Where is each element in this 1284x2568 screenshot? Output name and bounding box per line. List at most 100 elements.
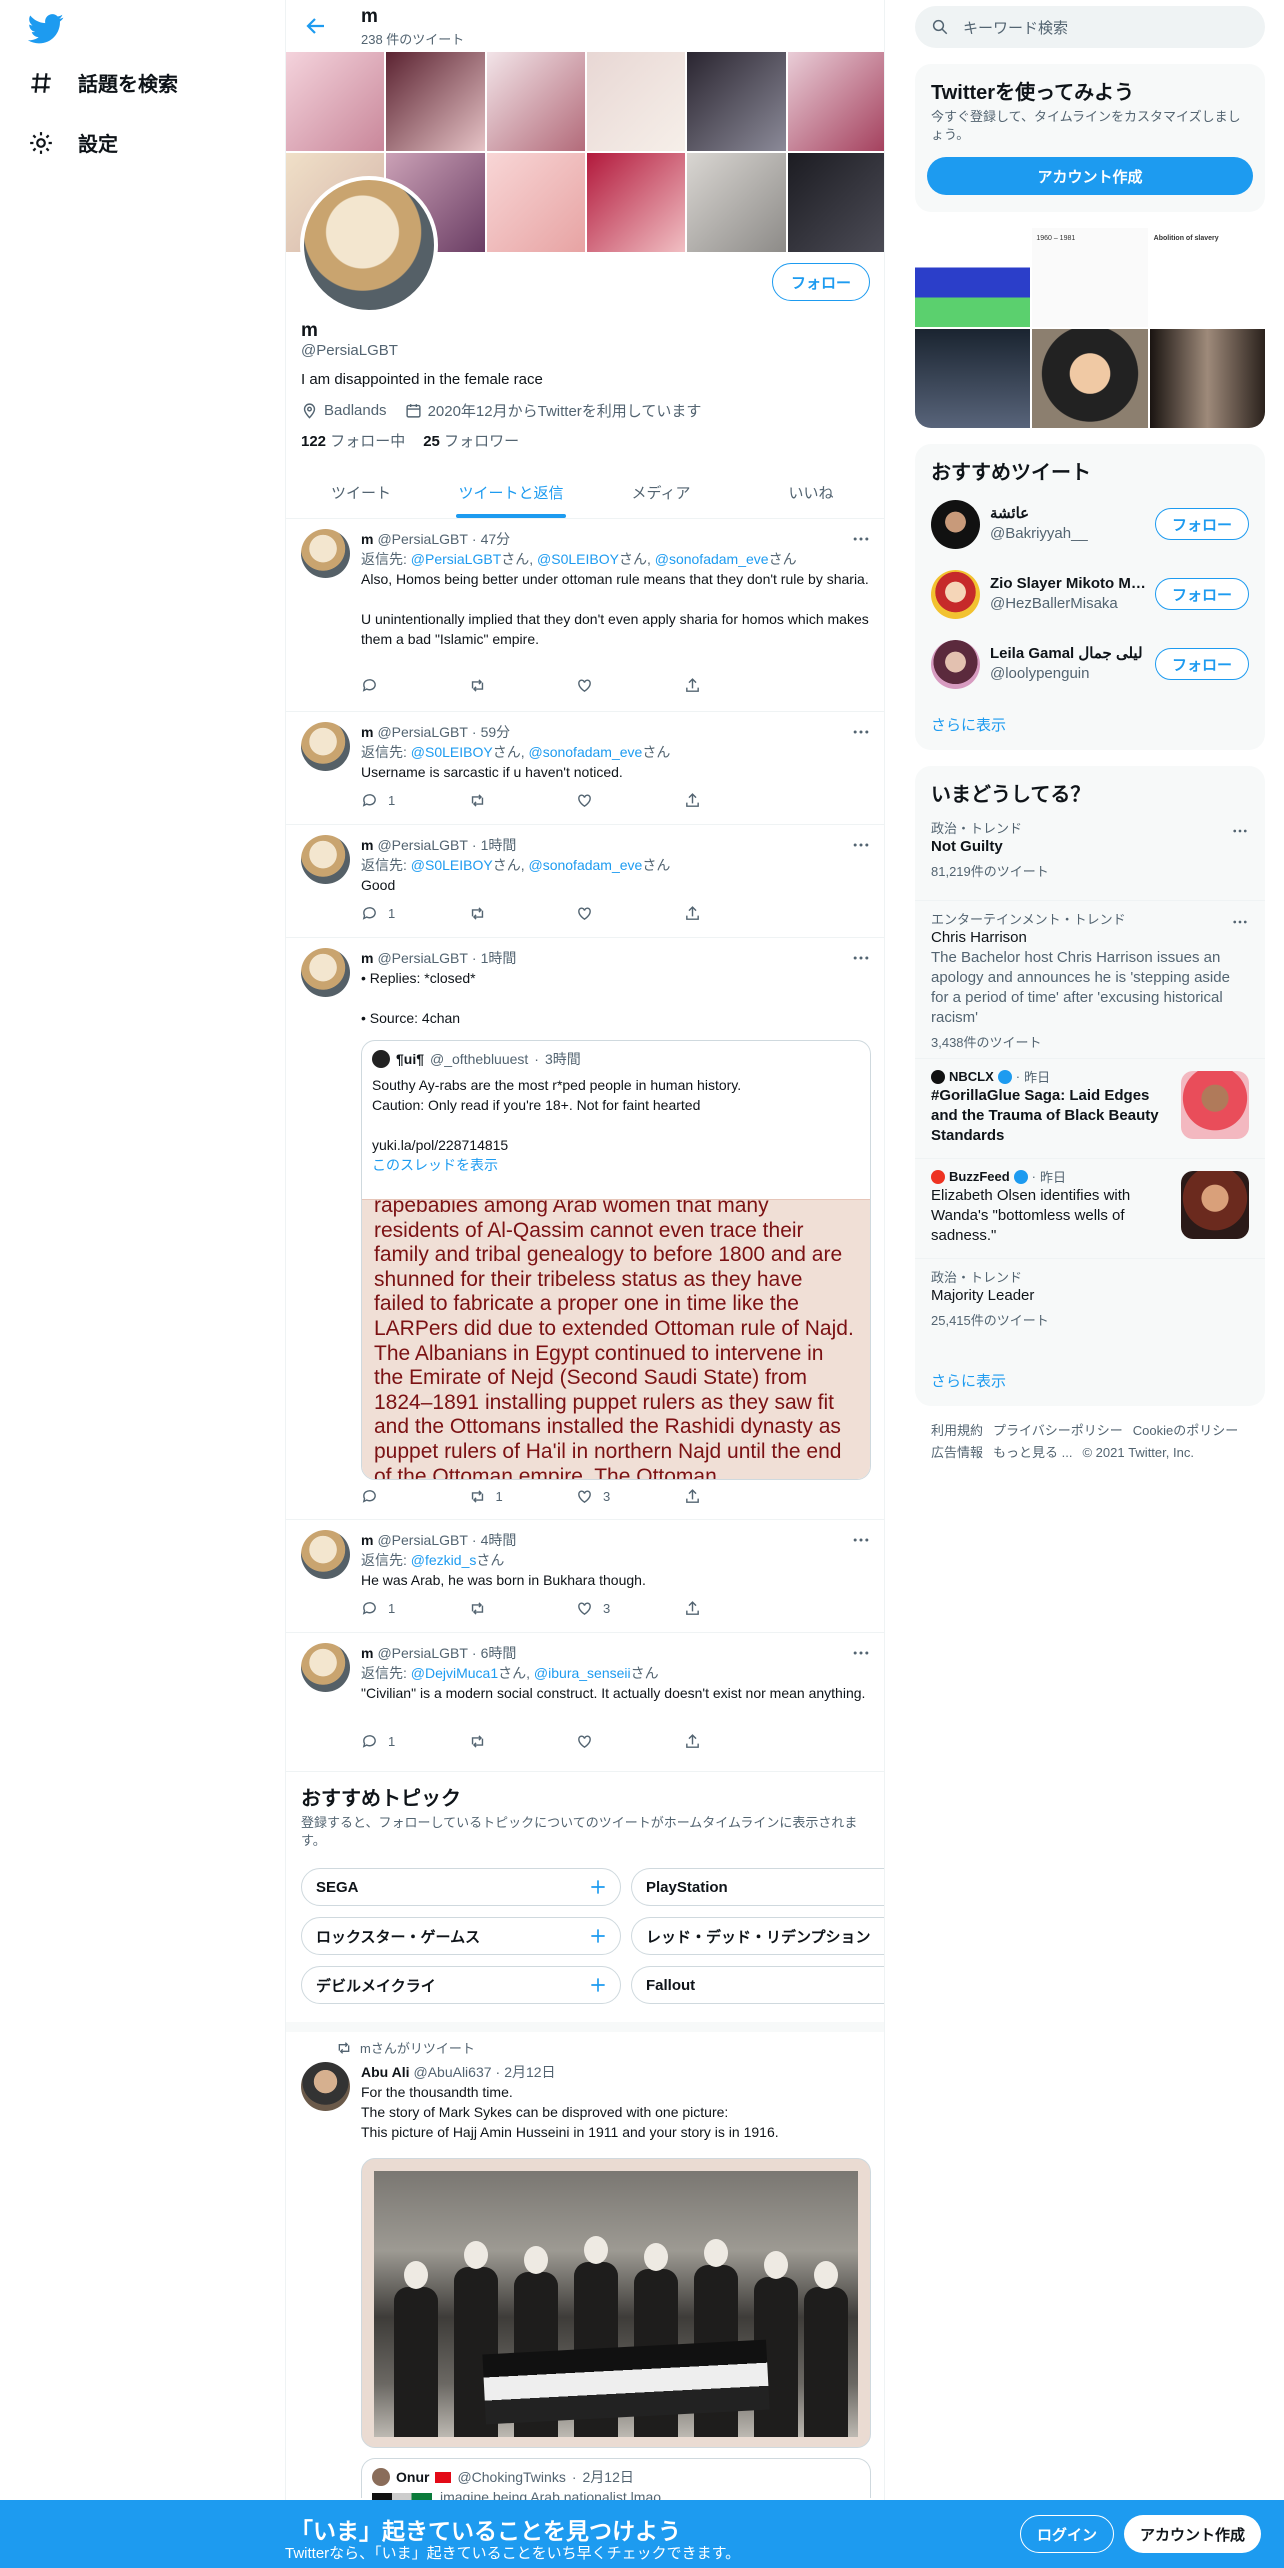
tweet-author-handle[interactable]: @PersiaLGBT [377, 1530, 467, 1550]
topic-chip[interactable]: PlayStation [631, 1868, 884, 1906]
more-options-icon[interactable] [851, 1643, 871, 1663]
reply-mention[interactable]: @sonofadam_eve [528, 744, 642, 760]
tweet-author-handle[interactable]: @PersiaLGBT [377, 948, 467, 968]
tab-tweets[interactable]: ツイート [286, 466, 436, 518]
create-account-button[interactable]: アカウント作成 [927, 157, 1253, 195]
reply-button[interactable]: 1 [361, 905, 469, 922]
tweet-time[interactable]: 47分 [481, 529, 511, 549]
like-button[interactable]: 3 [576, 1600, 684, 1617]
tweet-time[interactable]: 1時間 [481, 948, 517, 968]
share-button[interactable] [684, 905, 792, 922]
footer-link[interactable]: Cookieのポリシー [1133, 1423, 1238, 1438]
more-options-icon[interactable] [1231, 822, 1249, 840]
tweet-author-name[interactable]: m [361, 529, 373, 549]
avatar[interactable] [301, 722, 350, 771]
media-thumbnail[interactable]: Abolition of slavery [1149, 228, 1265, 327]
tweet-time[interactable]: 2月12日 [504, 2062, 555, 2082]
reply-mention[interactable]: @S0LEIBOY [411, 857, 493, 873]
media-thumbnail[interactable] [915, 329, 1031, 428]
trend-item[interactable]: 政治・トレンド Not Guilty 81,219件のツイート [915, 818, 1265, 900]
follow-button[interactable]: フォロー [1154, 648, 1249, 680]
plus-icon[interactable] [588, 1877, 608, 1897]
tweet-author-name[interactable]: m [361, 948, 373, 968]
follow-button[interactable]: フォロー [771, 263, 870, 301]
more-options-icon[interactable] [851, 722, 871, 742]
footer-link[interactable]: 広告情報 [931, 1445, 983, 1460]
like-button[interactable]: 3 [576, 1488, 684, 1505]
retweet-button[interactable] [469, 792, 577, 809]
plus-icon[interactable] [588, 1975, 608, 1995]
reply-button[interactable]: 1 [361, 1600, 469, 1617]
tab-likes[interactable]: いいね [736, 466, 884, 518]
topic-chip[interactable]: レッド・デッド・リデンプション [631, 1917, 884, 1955]
tweet-author-name[interactable]: Abu Ali [361, 2062, 409, 2082]
show-thread-link[interactable]: このスレッドを表示 [372, 1157, 498, 1173]
avatar[interactable] [931, 569, 980, 619]
quoted-tweet-image[interactable]: rapebabies among Arab women that many re… [362, 1199, 870, 1479]
media-thumbnail[interactable] [1149, 329, 1265, 428]
who-to-follow-item[interactable]: Zio Slayer Mikoto Mis... @HezBallerMisaka… [931, 566, 1249, 622]
share-button[interactable] [684, 1733, 792, 1750]
topic-chip[interactable]: デビルメイクライ [301, 1966, 621, 2004]
tweet[interactable]: m @PersiaLGBT · 1時間 返信先: @S0LEIBOYさん, @sono… [286, 825, 884, 938]
tweet-photo[interactable] [361, 2158, 871, 2448]
tweet[interactable]: m @PersiaLGBT · 1時間 • Replies: *closed* • S… [286, 938, 884, 1520]
retweet-button[interactable] [469, 677, 577, 694]
reply-mention[interactable]: @sonofadam_eve [528, 857, 642, 873]
topic-chip[interactable]: SEGA [301, 1868, 621, 1906]
reply-mention[interactable]: @ibura_senseii [534, 1665, 631, 1681]
reply-mention[interactable]: @DejviMuca1 [411, 1665, 498, 1681]
reply-mention[interactable]: @S0LEIBOY [411, 744, 493, 760]
retweet-button[interactable] [469, 1733, 577, 1750]
trend-item[interactable]: NBCLX · 昨日 #GorillaGlue Saga: Laid Edges a… [915, 1058, 1265, 1158]
following-link[interactable]: 122 フォロー中 [301, 430, 405, 451]
reply-mention[interactable]: @sonofadam_eve [655, 551, 769, 567]
retweet-button[interactable] [469, 1600, 577, 1617]
tweet-author-handle[interactable]: @AbuAli637 [413, 2062, 491, 2082]
share-button[interactable] [684, 1488, 792, 1505]
share-button[interactable] [684, 792, 792, 809]
tweet-author-name[interactable]: m [361, 835, 373, 855]
profile-avatar[interactable] [300, 176, 438, 314]
topic-chip[interactable]: Fallout [631, 1966, 884, 2004]
tweet-time[interactable]: 59分 [481, 722, 511, 742]
back-arrow-icon[interactable] [304, 14, 328, 38]
retweet-button[interactable] [469, 905, 577, 922]
tweet[interactable]: m @PersiaLGBT · 59分 返信先: @S0LEIBOYさん, @sono… [286, 712, 884, 825]
avatar[interactable] [301, 2062, 350, 2111]
trend-item[interactable]: 政治・トレンド Majority Leader 25,415件のツイート [915, 1258, 1265, 1340]
who-to-follow-item[interactable]: Leila Gamal ليلى جمال @loolypenguin フォロー [931, 636, 1249, 692]
trend-thumbnail[interactable] [1181, 1171, 1249, 1239]
tweet[interactable]: m @PersiaLGBT · 6時間 返信先: @DejviMuca1さん, @ib… [286, 1633, 884, 1772]
reply-button[interactable]: 1 [361, 792, 469, 809]
follow-button[interactable]: フォロー [1154, 578, 1249, 610]
share-button[interactable] [684, 1600, 792, 1617]
show-more-link[interactable]: さらに表示 [931, 714, 1006, 735]
tweet-time[interactable]: 6時間 [481, 1643, 517, 1663]
reply-button[interactable]: 1 [361, 1733, 469, 1750]
tweet-time[interactable]: 1時間 [481, 835, 517, 855]
avatar[interactable] [301, 529, 350, 578]
trend-item[interactable]: エンターテインメント・トレンド Chris Harrison The Bache… [915, 900, 1265, 1058]
tweet[interactable]: mさんがリツイート Abu Ali @AbuAli637 · 2月12日 For th… [286, 2032, 884, 2568]
more-options-icon[interactable] [1231, 913, 1249, 931]
tweet-author-handle[interactable]: @PersiaLGBT [377, 1643, 467, 1663]
more-options-icon[interactable] [851, 948, 871, 968]
tweet-author-handle[interactable]: @PersiaLGBT [377, 835, 467, 855]
footer-link[interactable]: プライバシーポリシー [993, 1423, 1123, 1438]
avatar[interactable] [931, 499, 980, 549]
avatar[interactable] [301, 948, 350, 997]
avatar[interactable] [301, 1643, 350, 1692]
media-thumbnail[interactable]: 1960 – 1981 [1032, 228, 1148, 327]
nav-explore[interactable]: 話題を検索 [28, 68, 178, 97]
trend-thumbnail[interactable] [1181, 1071, 1249, 1139]
tweet-author-handle[interactable]: @PersiaLGBT [377, 529, 467, 549]
retweet-button[interactable]: 1 [469, 1488, 577, 1505]
reply-mention[interactable]: @S0LEIBOY [537, 551, 619, 567]
nav-settings[interactable]: 設定 [28, 128, 118, 157]
who-to-follow-item[interactable]: عائشة @Bakriyyah__ フォロー [931, 496, 1249, 552]
tweet-author-name[interactable]: m [361, 1643, 373, 1663]
more-options-icon[interactable] [851, 835, 871, 855]
like-button[interactable] [576, 677, 684, 694]
like-button[interactable] [576, 905, 684, 922]
